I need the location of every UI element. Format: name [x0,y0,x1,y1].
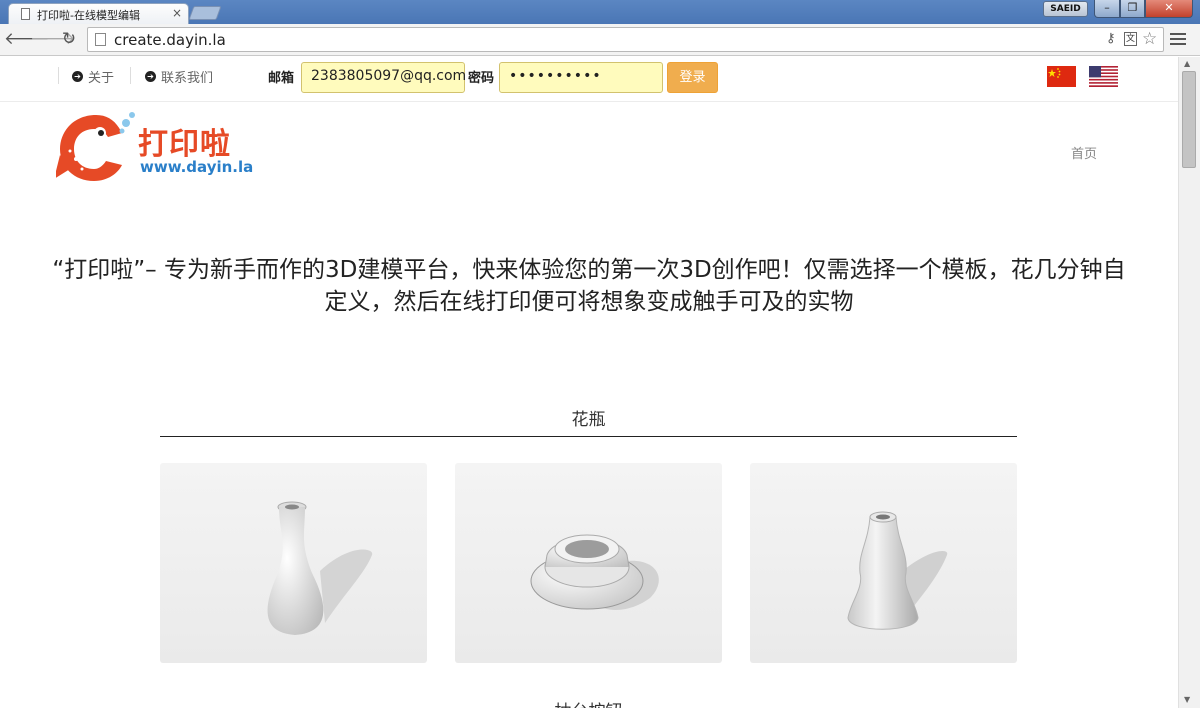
china-flag-icon[interactable] [1047,66,1076,87]
page-icon [95,33,106,46]
address-bar[interactable]: create.dayin.la ⚷ 文 ☆ [87,27,1164,52]
page-viewport: ➔ 关于 ➔ 联系我们 邮箱 2383805097@qq.com 密码 ••••… [0,57,1178,708]
logo-url: www.dayin.la [140,158,254,176]
minimize-button[interactable]: – [1094,0,1120,18]
tab-title: 打印啦-在线模型编辑 [37,9,140,22]
menu-icon[interactable] [1170,30,1186,48]
key-icon[interactable]: ⚷ [1106,31,1116,46]
divider [130,67,131,84]
vase-model-image [847,511,948,630]
url-text[interactable]: create.dayin.la [114,31,226,49]
nav-contact-label: 联系我们 [161,71,214,86]
profile-badge[interactable]: SAEID [1043,1,1088,17]
vase-model-image [267,501,373,635]
window-titlebar: 打印啦-在线模型编辑 × SAEID – ❐ ✕ [0,0,1200,24]
reload-icon[interactable]: ↻ [58,28,80,50]
home-link[interactable]: 首页 [1071,143,1097,162]
browser-toolbar: 🡐 🡒 ↻ create.dayin.la ⚷ 文 ☆ [0,24,1200,56]
page-icon [21,8,30,20]
vase-template-card[interactable] [160,463,427,663]
maximize-button[interactable]: ❐ [1120,0,1145,18]
divider [58,67,59,84]
translate-icon[interactable]: 文 [1124,32,1137,46]
scroll-down-icon[interactable]: ▼ [1184,695,1190,704]
browser-tab[interactable]: 打印啦-在线模型编辑 × [8,3,189,24]
top-nav-bar: ➔ 关于 ➔ 联系我们 邮箱 2383805097@qq.com 密码 ••••… [0,57,1178,102]
new-tab-button[interactable] [188,6,222,20]
section-title-vase: 花瓶 [571,410,606,430]
back-arrow-icon[interactable]: 🡐 [4,28,50,50]
section-divider [160,436,1017,437]
scrollbar-thumb[interactable] [1182,71,1196,168]
vase-template-card[interactable] [455,463,722,663]
site-logo[interactable]: 打印啦 www.dayin.la [54,109,256,187]
arrow-circle-icon: ➔ [145,71,156,82]
password-label: 密码 [468,71,495,86]
section-title-next: 抽台按钮 [160,697,1017,708]
vase-template-card[interactable] [750,463,1017,663]
nav-about-label: 关于 [88,71,115,86]
site-slogan: “打印啦”– 专为新手而作的3D建模平台，快来体验您的第一次3D创作吧！仅需选择… [52,257,1126,315]
us-flag-icon[interactable] [1089,66,1118,87]
logo-name: 打印啦 [138,127,231,162]
email-label: 邮箱 [268,71,295,86]
arrow-circle-icon: ➔ [72,71,83,82]
close-window-button[interactable]: ✕ [1145,0,1193,18]
nav-contact-link[interactable]: ➔ 联系我们 [145,67,213,86]
login-button[interactable]: 登录 [667,62,718,93]
fish-mascot-icon [54,112,135,181]
password-field[interactable]: •••••••••• [499,62,663,93]
vase-model-image [530,534,659,610]
scroll-up-icon[interactable]: ▲ [1184,59,1190,68]
scrollbar[interactable]: ▲ ▼ [1178,57,1200,708]
email-field[interactable]: 2383805097@qq.com [301,62,466,93]
star-icon[interactable]: ☆ [1142,29,1157,49]
tab-close-button[interactable]: × [172,6,182,20]
nav-about-link[interactable]: ➔ 关于 [72,67,114,86]
forward-arrow-icon[interactable]: 🡒 [30,28,76,50]
